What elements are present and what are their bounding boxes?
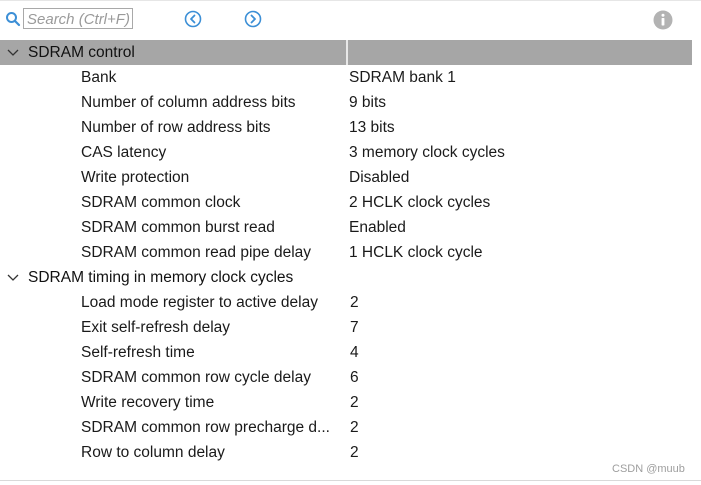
property-row-column-address-bits[interactable]: Number of column address bits 9 bits	[0, 90, 692, 115]
property-tree: SDRAM control Bank SDRAM bank 1 Number o…	[0, 40, 692, 465]
property-value[interactable]: 13 bits	[349, 115, 395, 140]
property-value[interactable]: 2	[350, 290, 359, 315]
property-name: SDRAM common row cycle delay	[81, 369, 311, 386]
property-value[interactable]: 7	[350, 315, 359, 340]
property-row-self-refresh-time[interactable]: Self-refresh time 4	[0, 340, 692, 365]
property-value[interactable]: 1 HCLK clock cycle	[349, 240, 483, 265]
property-row-load-mode-register[interactable]: Load mode register to active delay 2	[0, 290, 692, 315]
property-name: Exit self-refresh delay	[81, 319, 231, 336]
property-name: Bank	[81, 69, 117, 86]
property-value[interactable]: 2	[350, 440, 359, 465]
property-row-row-address-bits[interactable]: Number of row address bits 13 bits	[0, 115, 692, 140]
chevron-down-icon[interactable]	[7, 40, 19, 65]
property-row-row-precharge-delay[interactable]: SDRAM common row precharge d... 2	[0, 415, 692, 440]
property-row-write-protection[interactable]: Write protection Disabled	[0, 165, 692, 190]
property-row-common-burst-read[interactable]: SDRAM common burst read Enabled	[0, 215, 692, 240]
chevron-down-icon[interactable]	[7, 265, 19, 290]
property-name: SDRAM common burst read	[81, 219, 275, 236]
property-value[interactable]: 2	[350, 415, 359, 440]
info-icon[interactable]	[653, 10, 673, 30]
property-value[interactable]: Enabled	[349, 215, 406, 240]
section-sdram-control[interactable]: SDRAM control	[0, 40, 692, 65]
property-row-bank[interactable]: Bank SDRAM bank 1	[0, 65, 692, 90]
property-name: Number of column address bits	[81, 94, 296, 111]
property-row-row-cycle-delay[interactable]: SDRAM common row cycle delay 6	[0, 365, 692, 390]
property-row-read-pipe-delay[interactable]: SDRAM common read pipe delay 1 HCLK cloc…	[0, 240, 692, 265]
column-divider	[346, 40, 348, 65]
property-row-cas-latency[interactable]: CAS latency 3 memory clock cycles	[0, 140, 692, 165]
search-input[interactable]	[23, 8, 133, 29]
property-row-exit-self-refresh[interactable]: Exit self-refresh delay 7	[0, 315, 692, 340]
property-name: SDRAM common read pipe delay	[81, 244, 312, 261]
property-row-row-to-column-delay[interactable]: Row to column delay 2	[0, 440, 692, 465]
property-name: Row to column delay	[81, 444, 225, 461]
property-name: Self-refresh time	[81, 344, 195, 361]
property-name: SDRAM common row precharge d...	[81, 419, 330, 436]
property-row-common-clock[interactable]: SDRAM common clock 2 HCLK clock cycles	[0, 190, 692, 215]
search-icon	[6, 12, 21, 27]
property-value[interactable]: 9 bits	[349, 90, 386, 115]
property-name: Write protection	[81, 169, 190, 186]
property-value[interactable]: 2	[350, 390, 359, 415]
property-name: Load mode register to active delay	[81, 294, 318, 311]
arrow-left-circle-icon[interactable]	[184, 10, 202, 28]
toolbar	[0, 0, 701, 40]
section-sdram-timing[interactable]: SDRAM timing in memory clock cycles	[0, 265, 692, 290]
watermark: CSDN @muub	[612, 463, 685, 475]
property-value[interactable]: 4	[350, 340, 359, 365]
arrow-right-circle-icon[interactable]	[244, 10, 262, 28]
property-value[interactable]: 3 memory clock cycles	[349, 140, 505, 165]
section-label: SDRAM timing in memory clock cycles	[28, 269, 294, 286]
property-row-write-recovery-time[interactable]: Write recovery time 2	[0, 390, 692, 415]
bottom-border	[0, 480, 701, 481]
property-value[interactable]: 6	[350, 365, 359, 390]
property-value[interactable]: 2 HCLK clock cycles	[349, 190, 490, 215]
section-label: SDRAM control	[28, 44, 135, 61]
property-value[interactable]: Disabled	[349, 165, 409, 190]
property-value[interactable]: SDRAM bank 1	[349, 65, 456, 90]
property-name: Write recovery time	[81, 394, 215, 411]
property-name: SDRAM common clock	[81, 194, 241, 211]
property-name: CAS latency	[81, 144, 167, 161]
property-name: Number of row address bits	[81, 119, 271, 136]
